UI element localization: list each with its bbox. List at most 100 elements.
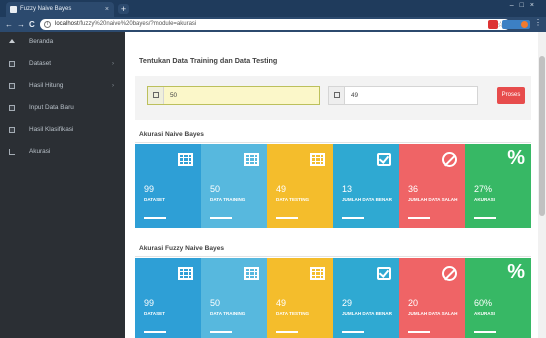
- profile-badge-icon: [521, 21, 528, 28]
- stat-tile-jumlah-benar: 29 JUMLAH DATA BENAR: [333, 258, 399, 338]
- table-icon: [334, 92, 340, 98]
- stat-label: DATASET: [144, 197, 166, 202]
- stat-label: JUMLAH DATA BENAR: [342, 197, 392, 202]
- grid-icon: [310, 153, 325, 166]
- sidebar-item-label: Hasil Klasifikasi: [29, 126, 74, 133]
- percent-icon: %: [507, 261, 525, 283]
- training-input-group[interactable]: 50: [147, 86, 320, 105]
- sidebar-item-label: Akurasi: [29, 148, 51, 155]
- maximize-button[interactable]: □: [520, 2, 530, 9]
- stat-tile-data-training: 50 DATA TRAINING: [201, 144, 267, 228]
- browser-menu-icon[interactable]: ⋮: [534, 18, 542, 27]
- stat-divider: [408, 331, 430, 333]
- stat-tile-jumlah-salah: 36 JUMLAH DATA SALAH: [399, 144, 465, 228]
- stat-value: 27%: [474, 184, 493, 194]
- url-bar[interactable]: i localhost/fuzzy%20naive%20bayes/?modul…: [40, 19, 510, 30]
- sidebar-item-beranda[interactable]: Beranda: [0, 32, 125, 52]
- scrollbar-thumb[interactable]: [539, 56, 545, 216]
- table-icon: [9, 127, 15, 133]
- stat-label: DATA TRAINING: [210, 311, 246, 316]
- fuzzy-naive-bayes-panel: Akurasi Fuzzy Naive Bayes 99 DATASET 50 …: [135, 242, 531, 338]
- stat-label: JUMLAH DATA BENAR: [342, 311, 392, 316]
- stat-tile-dataset: 99 DATASET: [135, 258, 201, 338]
- split-form: 50 49 Proses: [135, 76, 531, 120]
- grid-icon: [310, 267, 325, 280]
- window-controls: –□×: [510, 2, 540, 9]
- stat-label: JUMLAH DATA SALAH: [408, 311, 458, 316]
- stat-value: 50: [210, 184, 221, 194]
- table-icon: [9, 61, 15, 67]
- sidebar-item-input-data-baru[interactable]: Input Data Baru: [0, 98, 125, 118]
- sidebar-item-hasil-hitung[interactable]: Hasil Hitung ›: [0, 76, 125, 96]
- check-square-icon: [377, 267, 391, 280]
- close-window-button[interactable]: ×: [530, 2, 540, 9]
- testing-input-group[interactable]: 49: [328, 86, 478, 105]
- reload-button[interactable]: C: [29, 19, 35, 30]
- stat-value: 49: [276, 298, 287, 308]
- table-icon: [9, 105, 15, 111]
- chevron-right-icon: ›: [112, 83, 114, 89]
- percent-icon: %: [507, 147, 525, 169]
- grid-icon: [244, 267, 259, 280]
- stat-divider: [276, 217, 298, 219]
- stat-value: 13: [342, 184, 353, 194]
- stat-divider: [474, 331, 496, 333]
- sidebar-item-label: Dataset: [29, 60, 52, 67]
- minimize-button[interactable]: –: [510, 2, 520, 9]
- stat-tile-akurasi: % 27% AKURASI: [465, 144, 531, 228]
- profile-button[interactable]: [502, 20, 530, 29]
- sidebar-item-label: Beranda: [29, 38, 54, 45]
- stat-divider: [408, 217, 430, 219]
- stat-divider: [276, 331, 298, 333]
- stat-value: 50: [210, 298, 221, 308]
- stat-divider: [144, 217, 166, 219]
- new-tab-button[interactable]: +: [118, 4, 129, 14]
- table-icon: [9, 83, 15, 89]
- sidebar-item-label: Hasil Hitung: [29, 82, 64, 89]
- input-addon: [329, 87, 345, 104]
- forward-button[interactable]: →: [17, 19, 25, 30]
- check-square-icon: [377, 153, 391, 166]
- sidebar-item-label: Input Data Baru: [29, 104, 74, 111]
- stat-value: 29: [342, 298, 353, 308]
- stat-value: 99: [144, 184, 155, 194]
- sidebar-item-akurasi[interactable]: Akurasi: [0, 142, 125, 162]
- stat-label: AKURASI: [474, 197, 495, 202]
- favicon-icon: [10, 6, 17, 13]
- stat-divider: [210, 331, 232, 333]
- stat-label: JUMLAH DATA SALAH: [408, 197, 458, 202]
- stat-tile-data-training: 50 DATA TRAINING: [201, 258, 267, 338]
- stat-label: AKURASI: [474, 311, 495, 316]
- sidebar-item-hasil-klasifikasi[interactable]: Hasil Klasifikasi: [0, 120, 125, 140]
- tab-close-icon[interactable]: ×: [105, 2, 109, 17]
- stat-label: DATA TRAINING: [210, 197, 246, 202]
- training-input[interactable]: 50: [170, 87, 177, 104]
- extension-icon[interactable]: [488, 20, 498, 29]
- stat-tile-akurasi: % 60% AKURASI: [465, 258, 531, 338]
- stat-value: 20: [408, 298, 419, 308]
- tab-title: Fuzzy Naive Bayes: [20, 6, 72, 12]
- proses-button[interactable]: Proses: [497, 87, 525, 104]
- testing-input[interactable]: 49: [351, 87, 358, 104]
- sidebar: Beranda Dataset › Hasil Hitung › Input D…: [0, 32, 125, 338]
- table-icon: [153, 92, 159, 98]
- info-icon[interactable]: i: [44, 21, 51, 28]
- url-host: localhost: [55, 21, 79, 27]
- page-scrollbar[interactable]: [538, 32, 546, 338]
- stat-label: DATA TESTING: [276, 311, 310, 316]
- grid-icon: [244, 153, 259, 166]
- stat-value: 49: [276, 184, 287, 194]
- naive-bayes-panel: Akurasi Naive Bayes 99 DATASET 50 DATA T…: [135, 128, 531, 228]
- page-title: Tentukan Data Training dan Data Testing: [139, 56, 278, 65]
- ban-icon: [442, 266, 457, 281]
- back-button[interactable]: ←: [5, 19, 13, 30]
- stat-tile-dataset: 99 DATASET: [135, 144, 201, 228]
- browser-tab[interactable]: Fuzzy Naive Bayes ×: [6, 2, 114, 17]
- stat-tile-data-testing: 49 DATA TESTING: [267, 258, 333, 338]
- line-chart-icon: [9, 149, 15, 155]
- stat-divider: [342, 217, 364, 219]
- stat-value: 36: [408, 184, 419, 194]
- url-text[interactable]: localhost/fuzzy%20naive%20bayes/?module=…: [55, 20, 196, 29]
- panel-header: Akurasi Fuzzy Naive Bayes: [135, 242, 531, 257]
- sidebar-item-dataset[interactable]: Dataset ›: [0, 54, 125, 74]
